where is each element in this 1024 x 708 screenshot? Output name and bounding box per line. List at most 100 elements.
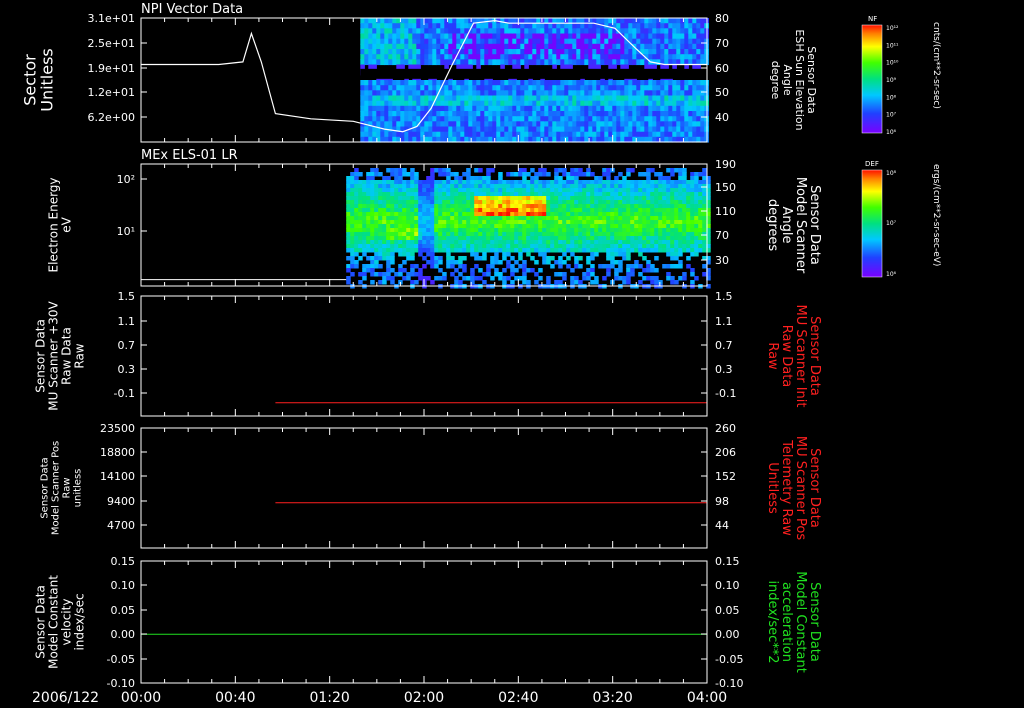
els-heatmap-cell xyxy=(626,184,631,189)
npi-heatmap-cell xyxy=(676,18,681,24)
els-heatmap-cell xyxy=(358,208,363,213)
npi-heatmap-cell xyxy=(508,23,513,29)
els-heatmap-cell xyxy=(674,236,679,241)
els-heatmap-cell xyxy=(586,172,591,177)
left-tick-label: 0.7 xyxy=(118,339,136,352)
els-heatmap-cell xyxy=(482,180,487,185)
npi-heatmap-cell xyxy=(380,54,385,60)
npi-heatmap-cell xyxy=(532,116,537,122)
npi-heatmap-cell xyxy=(464,100,469,107)
npi-heatmap-cell xyxy=(680,85,685,91)
els-heatmap-cell xyxy=(498,196,503,201)
npi-heatmap-cell xyxy=(552,28,557,35)
npi-heatmap-cell xyxy=(476,126,481,133)
els-heatmap-cell xyxy=(618,216,623,221)
els-heatmap-cell xyxy=(446,240,451,245)
els-heatmap-cell xyxy=(542,224,547,229)
els-heatmap-cell xyxy=(374,188,379,193)
els-heatmap-cell xyxy=(574,248,579,253)
npi-heatmap-cell xyxy=(424,18,429,24)
els-heatmap-cell xyxy=(470,268,475,273)
npi-heatmap-cell xyxy=(660,33,665,40)
npi-heatmap-cell xyxy=(364,49,369,55)
els-heatmap-cell xyxy=(574,264,579,269)
npi-heatmap-cell xyxy=(404,116,409,122)
npi-heatmap-cell xyxy=(484,100,489,107)
els-heatmap-cell xyxy=(522,248,527,253)
els-heatmap-cell xyxy=(458,260,463,265)
els-heatmap-cell xyxy=(686,212,691,217)
npi-heatmap-cell xyxy=(564,95,569,102)
npi-heatmap-cell xyxy=(536,126,541,133)
npi-heatmap-cell xyxy=(596,54,601,60)
npi-heatmap-cell xyxy=(468,59,473,66)
npi-heatmap-cell xyxy=(600,59,605,66)
els-heatmap-cell xyxy=(570,168,575,173)
npi-heatmap-cell xyxy=(480,90,485,97)
els-heatmap-cell xyxy=(590,272,595,277)
npi-heatmap-cell xyxy=(452,43,457,50)
npi-heatmap-cell xyxy=(436,116,441,122)
els-heatmap-cell xyxy=(370,200,375,205)
els-heatmap-cell xyxy=(602,240,607,245)
npi-heatmap-cell xyxy=(596,105,601,112)
els-heatmap-cell xyxy=(606,272,611,277)
left-axis-label: Sensor Data xyxy=(40,457,51,518)
npi-heatmap-cell xyxy=(460,116,465,122)
els-heatmap-cell xyxy=(410,204,415,209)
npi-heatmap-cell xyxy=(524,80,529,86)
npi-heatmap-cell xyxy=(440,100,445,107)
els-heatmap-cell xyxy=(350,204,355,209)
els-heatmap-cell xyxy=(550,228,555,233)
npi-heatmap-cell xyxy=(376,85,381,91)
npi-heatmap-cell xyxy=(564,121,569,128)
npi-heatmap-cell xyxy=(696,33,701,40)
els-heatmap-cell xyxy=(486,192,491,197)
els-heatmap-cell xyxy=(646,260,651,265)
els-heatmap-cell xyxy=(346,236,351,241)
els-heatmap-cell xyxy=(598,228,603,233)
els-heatmap-cell xyxy=(506,228,511,233)
els-heatmap-cell xyxy=(502,280,507,285)
els-heatmap-cell xyxy=(570,248,575,253)
els-heatmap-cell xyxy=(662,220,667,225)
npi-heatmap-cell xyxy=(696,38,701,45)
els-heatmap-cell xyxy=(370,192,375,197)
els-heatmap-cell xyxy=(650,264,655,269)
els-heatmap-cell xyxy=(422,208,427,213)
npi-heatmap-cell xyxy=(536,100,541,107)
npi-heatmap-cell xyxy=(580,100,585,107)
els-heatmap-cell xyxy=(546,180,551,185)
npi-heatmap-cell xyxy=(492,95,497,102)
npi-heatmap-cell xyxy=(544,59,549,66)
npi-heatmap-cell xyxy=(536,80,541,86)
els-heatmap-cell xyxy=(554,228,559,233)
els-heatmap-cell xyxy=(506,252,511,257)
els-heatmap-cell xyxy=(426,188,431,193)
els-heatmap-cell xyxy=(402,200,407,205)
npi-heatmap-cell xyxy=(492,33,497,40)
els-heatmap-cell xyxy=(510,188,515,193)
els-heatmap-cell xyxy=(610,184,615,189)
els-heatmap-cell xyxy=(686,236,691,241)
npi-heatmap-cell xyxy=(408,54,413,60)
els-heatmap-cell xyxy=(414,280,419,285)
els-heatmap-cell xyxy=(438,172,443,177)
els-heatmap-cell xyxy=(662,264,667,269)
els-heatmap-cell xyxy=(378,172,383,177)
els-heatmap-cell xyxy=(606,180,611,185)
els-heatmap-cell xyxy=(530,248,535,253)
npi-heatmap-cell xyxy=(648,23,653,29)
els-heatmap-cell xyxy=(530,216,535,221)
els-heatmap-cell xyxy=(366,208,371,213)
els-heatmap-cell xyxy=(674,264,679,269)
els-heatmap-cell xyxy=(406,192,411,197)
npi-heatmap-cell xyxy=(436,131,441,138)
els-heatmap-cell xyxy=(466,224,471,229)
els-heatmap-cell xyxy=(394,216,399,221)
npi-heatmap-cell xyxy=(372,54,377,60)
els-heatmap-cell xyxy=(446,256,451,261)
left-tick-label: 10¹ xyxy=(117,225,135,238)
npi-heatmap-cell xyxy=(556,111,561,117)
npi-heatmap-cell xyxy=(692,100,697,107)
